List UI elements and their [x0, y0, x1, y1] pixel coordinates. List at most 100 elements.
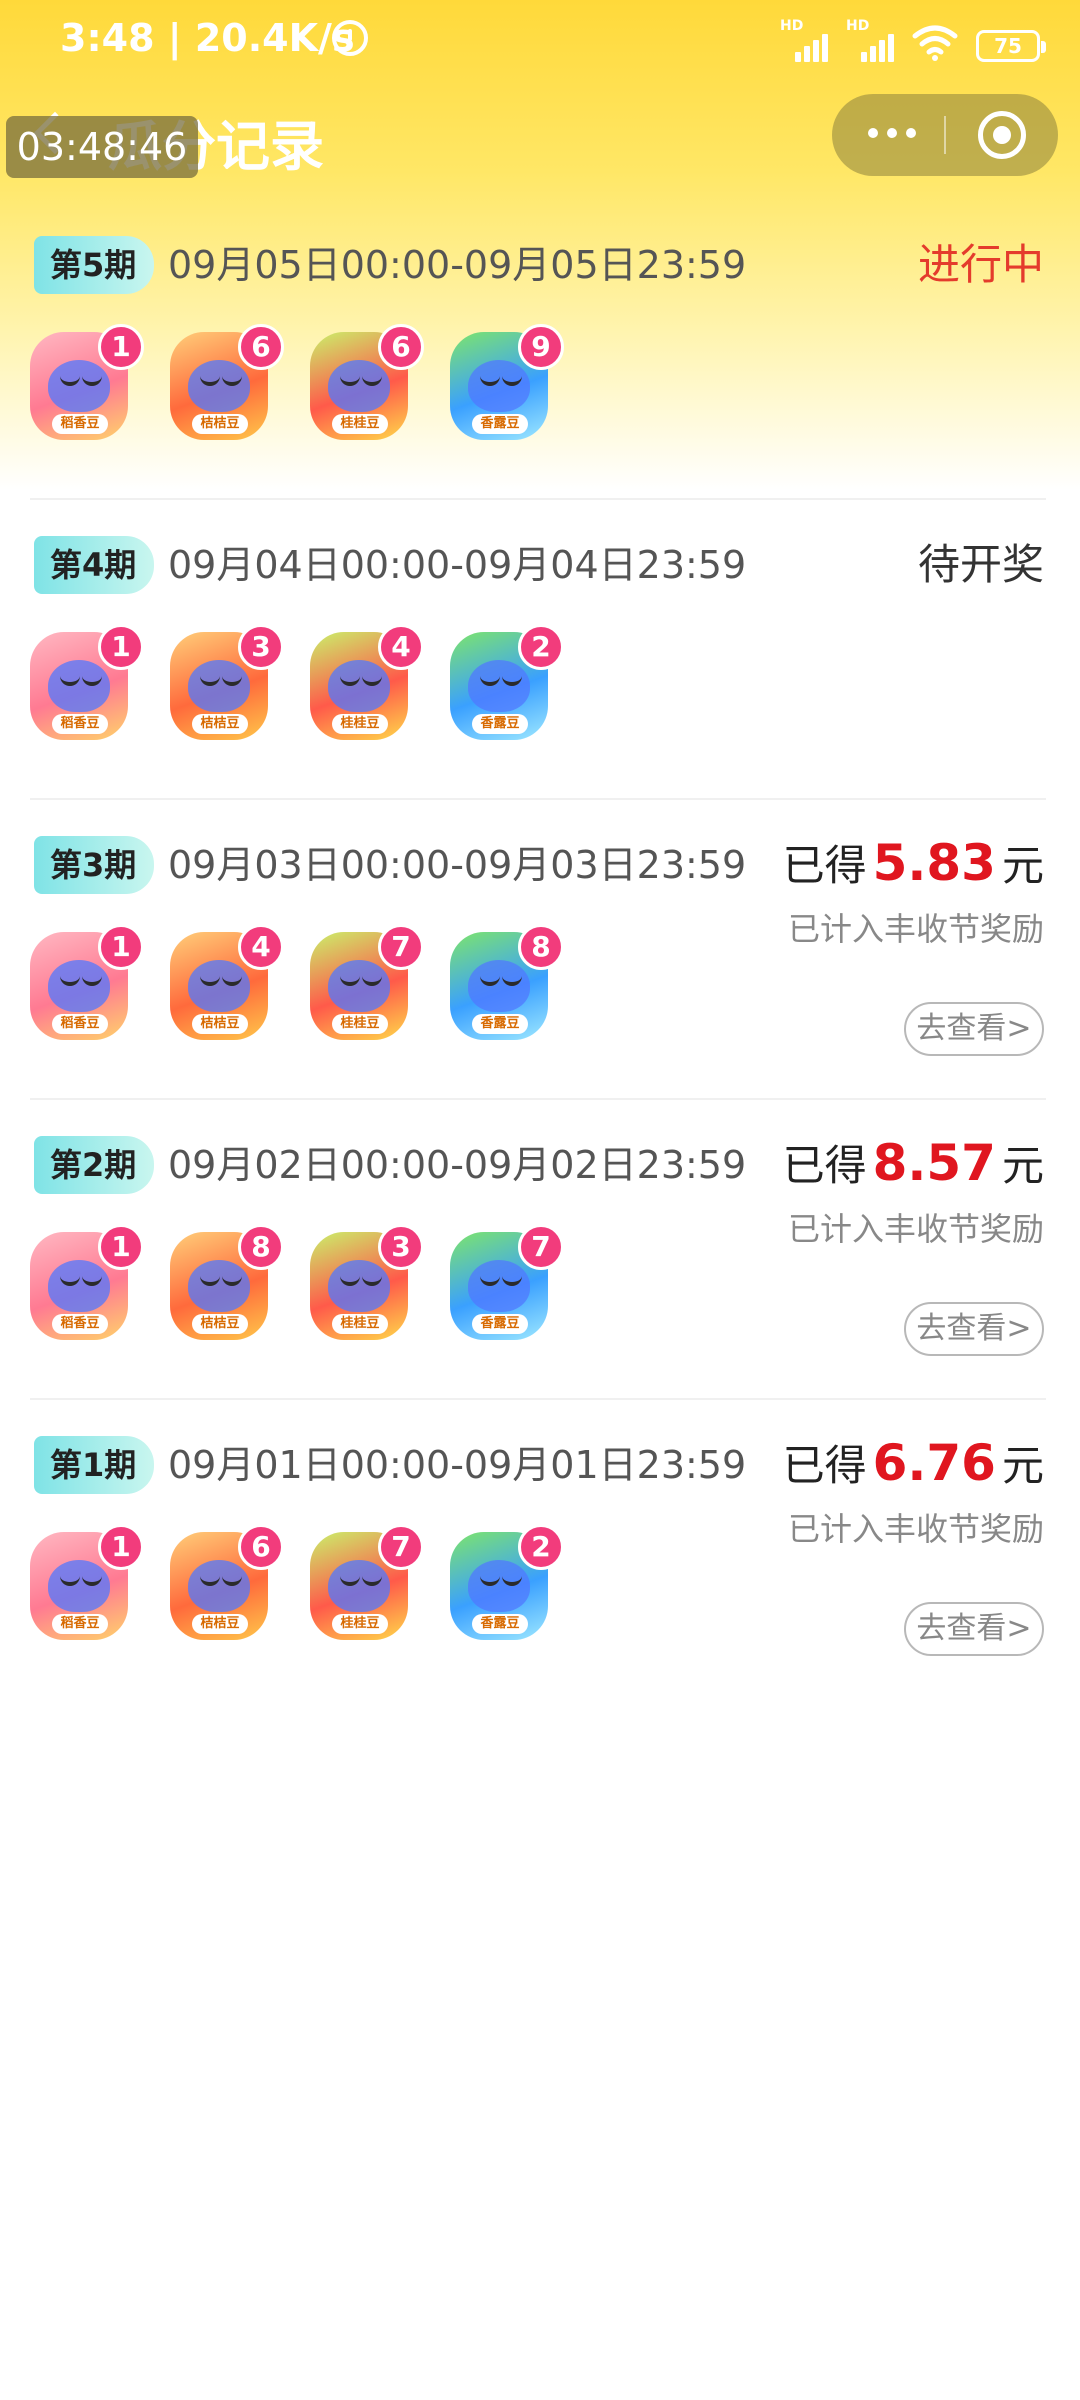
bean-count: 1 [98, 1224, 144, 1270]
period-range: 09月01日00:00-09月01日23:59 [168, 1443, 747, 1487]
bean-count: 9 [518, 324, 564, 370]
bean-card-label: 稻香豆 [52, 414, 108, 434]
earned-unit: 元 [1001, 841, 1044, 890]
bean-card: 桔桔豆 8 [170, 1224, 284, 1344]
bean-card-label: 桂桂豆 [332, 1014, 388, 1034]
bean-count: 6 [238, 1524, 284, 1570]
bean-count: 8 [238, 1224, 284, 1270]
bean-card-label: 桔桔豆 [192, 414, 248, 434]
period-range: 09月05日00:00-09月05日23:59 [168, 243, 747, 287]
period-badge: 第1期 [34, 1436, 154, 1494]
bean-card-label: 香露豆 [472, 1314, 528, 1334]
close-target-icon[interactable] [978, 111, 1026, 159]
bean-count: 7 [518, 1224, 564, 1270]
bean-count: 1 [98, 624, 144, 670]
record-item: 第3期 09月03日00:00-09月03日23:59 已得 5.83 元 已计入丰… [0, 800, 1080, 1100]
bean-card-label: 香露豆 [472, 1014, 528, 1034]
bean-card: 桂桂豆 7 [310, 924, 424, 1044]
earned-value: 5.83 [872, 834, 996, 892]
period-range: 09月02日00:00-09月02日23:59 [168, 1143, 747, 1187]
view-button[interactable]: 去查看> [904, 1602, 1044, 1656]
more-icon[interactable] [868, 128, 916, 138]
earned-amount: 已得 5.83 元 [783, 832, 1044, 897]
bean-card-label: 香露豆 [472, 414, 528, 434]
period-badge: 第3期 [34, 836, 154, 894]
status-in-progress: 进行中 [917, 240, 1044, 289]
status-bar: 3:48 | 20.4K/s HD HD 75 [0, 0, 1080, 80]
status-time: 3:48 | 20.4K/s [60, 16, 355, 60]
bean-card: 桂桂豆 6 [310, 324, 424, 444]
earned-prefix: 已得 [782, 841, 867, 890]
battery-icon: 75 [976, 30, 1046, 62]
bean-card-label: 香露豆 [472, 1614, 528, 1634]
bean-card-label: 桔桔豆 [192, 1314, 248, 1334]
record-item: 第4期 09月04日00:00-09月04日23:59 待开奖 稻香豆 1 桔桔豆… [0, 500, 1080, 800]
signal-icon: HD [846, 18, 894, 62]
bean-card-label: 桂桂豆 [332, 1314, 388, 1334]
period-badge: 第5期 [34, 236, 154, 294]
period-badge: 第4期 [34, 536, 154, 594]
record-item: 第5期 09月05日00:00-09月05日23:59 进行中 稻香豆 1 桔桔豆… [0, 200, 1080, 500]
bean-count: 2 [518, 624, 564, 670]
bean-card-label: 稻香豆 [52, 1614, 108, 1634]
bean-card: 桔桔豆 4 [170, 924, 284, 1044]
capsule-divider [944, 116, 946, 154]
bean-card-label: 桂桂豆 [332, 714, 388, 734]
signal-icon: HD [780, 18, 828, 62]
bean-card: 桔桔豆 3 [170, 624, 284, 744]
bean-count: 3 [238, 624, 284, 670]
bean-card-label: 桔桔豆 [192, 1014, 248, 1034]
bean-count: 7 [378, 1524, 424, 1570]
bean-card: 桂桂豆 3 [310, 1224, 424, 1344]
bean-count: 4 [378, 624, 424, 670]
bean-card: 桔桔豆 6 [170, 1524, 284, 1644]
bean-card: 稻香豆 1 [30, 624, 144, 744]
earned-value: 8.57 [872, 1134, 996, 1192]
period-badge: 第2期 [34, 1136, 154, 1194]
bean-card: 香露豆 2 [450, 1524, 564, 1644]
period-range: 09月04日00:00-09月04日23:59 [168, 543, 747, 587]
view-button[interactable]: 去查看> [904, 1302, 1044, 1356]
bean-count: 1 [98, 924, 144, 970]
miniprogram-capsule [832, 94, 1058, 176]
record-item: 第1期 09月01日00:00-09月01日23:59 已得 6.76 元 已计入丰… [0, 1400, 1080, 1700]
earned-prefix: 已得 [782, 1141, 867, 1190]
bean-count: 3 [378, 1224, 424, 1270]
earned-note: 已计入丰收节奖励 [787, 1210, 1044, 1248]
bean-count: 4 [238, 924, 284, 970]
bean-card: 香露豆 7 [450, 1224, 564, 1344]
hd-label: HD [846, 18, 870, 34]
record-list: 第5期 09月05日00:00-09月05日23:59 进行中 稻香豆 1 桔桔豆… [0, 200, 1080, 1700]
view-button[interactable]: 去查看> [904, 1002, 1044, 1056]
earned-amount: 已得 6.76 元 [783, 1432, 1044, 1497]
bean-card: 香露豆 2 [450, 624, 564, 744]
bean-card-label: 桂桂豆 [332, 414, 388, 434]
earned-note: 已计入丰收节奖励 [787, 910, 1044, 948]
bean-count: 1 [98, 1524, 144, 1570]
earned-note: 已计入丰收节奖励 [787, 1510, 1044, 1548]
bean-count: 7 [378, 924, 424, 970]
status-pending: 待开奖 [917, 540, 1044, 589]
bean-count: 2 [518, 1524, 564, 1570]
earned-unit: 元 [1001, 1141, 1044, 1190]
bean-count: 1 [98, 324, 144, 370]
bean-card-label: 香露豆 [472, 714, 528, 734]
bean-cards: 稻香豆 1 桔桔豆 6 桂桂豆 7 香露豆 2 [30, 1524, 564, 1644]
bean-count: 6 [238, 324, 284, 370]
earned-value: 6.76 [872, 1434, 996, 1492]
bean-cards: 稻香豆 1 桔桔豆 8 桂桂豆 3 香露豆 7 [30, 1224, 564, 1344]
bean-card-label: 稻香豆 [52, 714, 108, 734]
bean-cards: 稻香豆 1 桔桔豆 3 桂桂豆 4 香露豆 2 [30, 624, 564, 744]
earned-prefix: 已得 [782, 1441, 867, 1490]
bean-card-label: 稻香豆 [52, 1014, 108, 1034]
bean-card-label: 桂桂豆 [332, 1614, 388, 1634]
bean-card: 稻香豆 1 [30, 1224, 144, 1344]
bean-card: 稻香豆 1 [30, 1524, 144, 1644]
bean-card-label: 桔桔豆 [192, 714, 248, 734]
bean-card-label: 桔桔豆 [192, 1614, 248, 1634]
bean-card: 桂桂豆 7 [310, 1524, 424, 1644]
period-range: 09月03日00:00-09月03日23:59 [168, 843, 747, 887]
bean-card: 香露豆 9 [450, 324, 564, 444]
bean-count: 6 [378, 324, 424, 370]
wifi-icon [912, 24, 958, 62]
